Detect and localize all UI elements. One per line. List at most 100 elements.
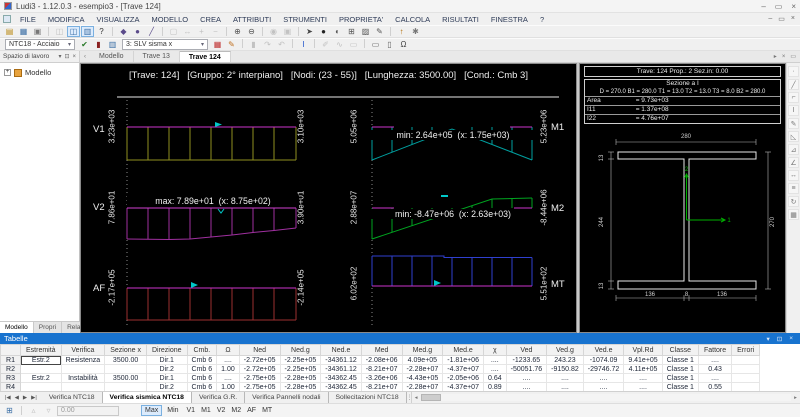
table-cell[interactable]: -2.05e+06 bbox=[442, 373, 484, 383]
table-tab-verifica-sismica-ntc18[interactable]: Verifica sismica NTC18 bbox=[102, 392, 192, 403]
copy-button[interactable]: ▣ bbox=[31, 26, 44, 37]
eraser-tool[interactable]: ◺ bbox=[788, 131, 799, 142]
export-table-button[interactable]: ⊞ bbox=[3, 405, 16, 416]
tab-nav-button[interactable]: ▶| bbox=[29, 395, 39, 401]
table-cell[interactable]: -2.25e+05 bbox=[279, 355, 322, 365]
chevron-down-icon[interactable]: ▾ bbox=[58, 53, 61, 60]
table-cell[interactable]: 0.43 bbox=[697, 364, 733, 374]
measure-tool[interactable]: ⊿ bbox=[788, 144, 799, 155]
table-cell[interactable]: Cmb 6 bbox=[186, 373, 218, 383]
section-grid-tool[interactable]: ▦ bbox=[788, 209, 799, 220]
hatch-tool[interactable]: ≡ bbox=[788, 183, 799, 194]
max-button[interactable]: Max bbox=[141, 405, 163, 416]
table-cell[interactable]: Resistenza bbox=[60, 355, 106, 365]
shear-check-button[interactable]: ↶ bbox=[275, 39, 288, 50]
column-header[interactable]: Med bbox=[360, 344, 403, 356]
tab-modello[interactable]: Modello bbox=[90, 51, 134, 62]
context-help-button[interactable]: ? bbox=[95, 26, 108, 37]
table-cell[interactable]: -4.37e+07 bbox=[442, 382, 484, 391]
table-cell[interactable]: 0.55 bbox=[697, 382, 733, 391]
menu-item[interactable]: STRUMENTI bbox=[277, 15, 333, 24]
close-button[interactable]: × bbox=[791, 2, 796, 11]
table-cell[interactable] bbox=[104, 364, 147, 374]
table-cell[interactable]: Dir.1 bbox=[145, 373, 188, 383]
column-header[interactable]: χ bbox=[482, 344, 507, 356]
table-cell[interactable]: .... bbox=[505, 382, 548, 391]
table-cell[interactable]: Classe 1 bbox=[661, 373, 699, 383]
result-component-button[interactable]: AF bbox=[244, 405, 259, 416]
row-header[interactable]: R2 bbox=[0, 364, 21, 374]
sections-button[interactable]: ▥ bbox=[106, 39, 119, 50]
column-header[interactable]: Ω bbox=[216, 344, 240, 356]
column-header[interactable]: Med.g bbox=[401, 344, 444, 356]
table-cell[interactable]: .... bbox=[623, 373, 663, 383]
minimize-button[interactable]: – bbox=[761, 2, 765, 11]
table-cell[interactable]: 0.89 bbox=[482, 382, 507, 391]
section-position-field[interactable]: 0.00 bbox=[57, 405, 119, 416]
print-preview-button[interactable]: ◫ bbox=[53, 26, 66, 37]
table-cell[interactable]: .... bbox=[582, 382, 625, 391]
node-tool-button[interactable]: ◆ bbox=[117, 26, 130, 37]
table-cell[interactable]: 9.41e+05 bbox=[623, 355, 663, 365]
table-cell[interactable]: .... bbox=[546, 373, 584, 383]
pane-control-icon[interactable]: ▾ bbox=[766, 335, 769, 343]
select-window-button[interactable]: ▢ bbox=[167, 26, 180, 37]
pane-control-icon[interactable]: × bbox=[789, 335, 793, 343]
table-cell[interactable] bbox=[104, 382, 147, 391]
table-tab-verifica-pannelli-nodali[interactable]: Verifica Pannelli nodali bbox=[245, 392, 329, 403]
tables-pane-header[interactable]: Tabelle ▾ ⊡ × bbox=[0, 333, 800, 344]
window-frame-button[interactable]: ▭ bbox=[369, 39, 382, 50]
tab-row-control[interactable]: ▭ bbox=[790, 53, 796, 60]
menu-item[interactable]: FINESTRA bbox=[485, 15, 534, 24]
table-tab-verifica-gr[interactable]: Verifica G.R. bbox=[191, 392, 246, 403]
split-view-button[interactable]: ◫ bbox=[67, 26, 80, 37]
table-cell[interactable]: Cmb 6 bbox=[186, 364, 218, 374]
table-cell[interactable]: -2.28e+05 bbox=[279, 373, 322, 383]
table-cell[interactable]: -2.08e+06 bbox=[360, 355, 403, 365]
table-cell[interactable]: Classe 1 bbox=[661, 364, 699, 374]
tab-trave-124[interactable]: Trave 124 bbox=[179, 51, 231, 62]
diagram-canvas[interactable]: [Trave: 124] [Gruppo: 2° interpiano] [No… bbox=[80, 63, 577, 333]
table-cell[interactable]: -50051.76 bbox=[505, 364, 548, 374]
table-cell[interactable] bbox=[20, 382, 62, 391]
column-header[interactable]: Cmb. bbox=[186, 344, 218, 356]
table-cell[interactable]: 4.11e+05 bbox=[623, 364, 663, 374]
column-header[interactable]: Sezione x bbox=[104, 344, 147, 356]
tab-nav-button[interactable]: |◀ bbox=[3, 395, 13, 401]
column-header[interactable]: Direzione bbox=[145, 344, 188, 356]
menu-item[interactable]: RISULTATI bbox=[436, 15, 485, 24]
table-cell[interactable]: .... bbox=[546, 382, 584, 391]
mdi-restore-button[interactable]: ▭ bbox=[778, 15, 785, 23]
table-cell[interactable] bbox=[731, 373, 761, 383]
column-header[interactable]: Med.e bbox=[442, 344, 484, 356]
table-cell[interactable]: -2.28e+07 bbox=[401, 364, 444, 374]
filter-down-button[interactable]: ▿ bbox=[42, 405, 55, 416]
column-header[interactable]: Estremità bbox=[20, 344, 62, 356]
column-header[interactable]: Fattore bbox=[697, 344, 733, 356]
table-cell[interactable]: -1233.65 bbox=[505, 355, 548, 365]
table-cell[interactable]: 1.00 bbox=[216, 382, 240, 391]
column-header[interactable]: Verifica bbox=[60, 344, 106, 356]
menu-item[interactable]: MODIFICA bbox=[42, 15, 91, 24]
save-button[interactable]: ▦ bbox=[17, 26, 30, 37]
menu-item[interactable]: CALCOLA bbox=[389, 15, 436, 24]
beam-tool[interactable]: I bbox=[788, 105, 799, 116]
table-cell[interactable]: Classe 1 bbox=[661, 382, 699, 391]
restore-button[interactable]: ▭ bbox=[775, 2, 783, 11]
menu-item[interactable]: ? bbox=[534, 15, 550, 24]
tab-scroll-left[interactable]: ‹ bbox=[80, 51, 90, 62]
close-icon[interactable]: × bbox=[72, 54, 76, 60]
mdi-minimize-button[interactable]: – bbox=[768, 15, 772, 23]
code-settings-button[interactable]: ✔ bbox=[78, 39, 91, 50]
table-cell[interactable]: -9150.82 bbox=[546, 364, 584, 374]
table-cell[interactable]: 4.09e+05 bbox=[401, 355, 444, 365]
element-tool-button[interactable]: ● bbox=[131, 26, 144, 37]
result-component-button[interactable]: M2 bbox=[228, 405, 244, 416]
load-case-select[interactable]: 3: SLV sisma x ▾ bbox=[122, 39, 208, 50]
result-component-button[interactable]: V1 bbox=[184, 405, 199, 416]
table-cell[interactable]: 243.23 bbox=[546, 355, 584, 365]
menu-item[interactable]: PROPRIETA' bbox=[333, 15, 389, 24]
row-header[interactable]: R1 bbox=[0, 355, 21, 365]
table-cell[interactable] bbox=[60, 364, 106, 374]
table-cell[interactable]: Estr.2 bbox=[20, 355, 62, 365]
